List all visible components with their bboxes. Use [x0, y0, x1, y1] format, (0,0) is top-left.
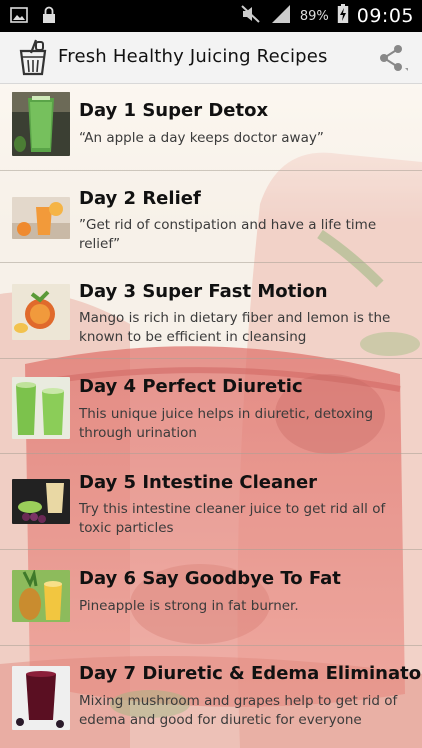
- list-item[interactable]: Day 7 Diuretic & Edema Eliminator Mixing…: [0, 646, 422, 748]
- green-juice-glasses-thumbnail: [12, 377, 70, 439]
- mute-icon: [240, 4, 262, 28]
- recipe-list: Day 1 Super Detox “An apple a day keeps …: [0, 84, 422, 748]
- recipe-description: “An apple a day keeps doctor away”: [79, 130, 324, 146]
- list-item[interactable]: Day 1 Super Detox “An apple a day keeps …: [0, 84, 422, 171]
- action-bar: Fresh Healthy Juicing Recipes: [0, 32, 422, 84]
- recipe-title: Day 6 Say Goodbye To Fat: [79, 568, 341, 589]
- recipe-description: This unique juice helps in diuretic, det…: [79, 406, 374, 441]
- share-icon[interactable]: [376, 42, 408, 74]
- signal-icon: [270, 4, 292, 28]
- recipe-description: Try this intestine cleaner juice to get …: [79, 501, 386, 536]
- green-smoothie-thumbnail: [12, 92, 70, 156]
- list-item[interactable]: Day 5 Intestine Cleaner Try this intesti…: [0, 454, 422, 550]
- list-item[interactable]: Day 2 Relief ”Get rid of constipation an…: [0, 171, 422, 263]
- pineapple-juice-thumbnail: [12, 570, 70, 622]
- recipe-title: Day 7 Diuretic & Edema Eliminator: [79, 663, 422, 684]
- lock-icon: [42, 6, 56, 28]
- recipe-description: Mixing mushroom and grapes help to get r…: [79, 693, 398, 728]
- recipe-description: ”Get rid of constipation and have a life…: [79, 217, 377, 252]
- juice-glass-icon[interactable]: [16, 39, 50, 77]
- recipe-title: Day 3 Super Fast Motion: [79, 281, 328, 302]
- status-bar: 89% 09:05: [0, 0, 422, 32]
- system-icons: 89% 09:05: [240, 4, 414, 28]
- list-item[interactable]: Day 4 Perfect Diuretic This unique juice…: [0, 359, 422, 454]
- mango-juice-thumbnail: [12, 284, 70, 340]
- recipe-list-screen: Day 1 Super Detox “An apple a day keeps …: [0, 84, 422, 748]
- recipe-title: Day 4 Perfect Diuretic: [79, 376, 303, 397]
- grape-juice-thumbnail: [12, 666, 70, 730]
- recipe-description: Pineapple is strong in fat burner.: [79, 598, 299, 614]
- app-title: Fresh Healthy Juicing Recipes: [58, 46, 328, 67]
- orange-juice-thumbnail: [12, 197, 70, 239]
- battery-charging-icon: [337, 4, 349, 28]
- clock: 09:05: [356, 5, 414, 27]
- list-item[interactable]: Day 3 Super Fast Motion Mango is rich in…: [0, 263, 422, 359]
- notification-icons: [10, 6, 56, 28]
- recipe-description: Mango is rich in dietary fiber and lemon…: [79, 310, 391, 345]
- recipe-title: Day 1 Super Detox: [79, 100, 269, 121]
- fruit-juice-thumbnail: [12, 479, 70, 524]
- list-item[interactable]: Day 6 Say Goodbye To Fat Pineapple is st…: [0, 550, 422, 646]
- recipe-title: Day 2 Relief: [79, 188, 201, 209]
- recipe-title: Day 5 Intestine Cleaner: [79, 472, 318, 493]
- battery-percent: 89%: [299, 8, 329, 24]
- image-icon: [10, 6, 28, 28]
